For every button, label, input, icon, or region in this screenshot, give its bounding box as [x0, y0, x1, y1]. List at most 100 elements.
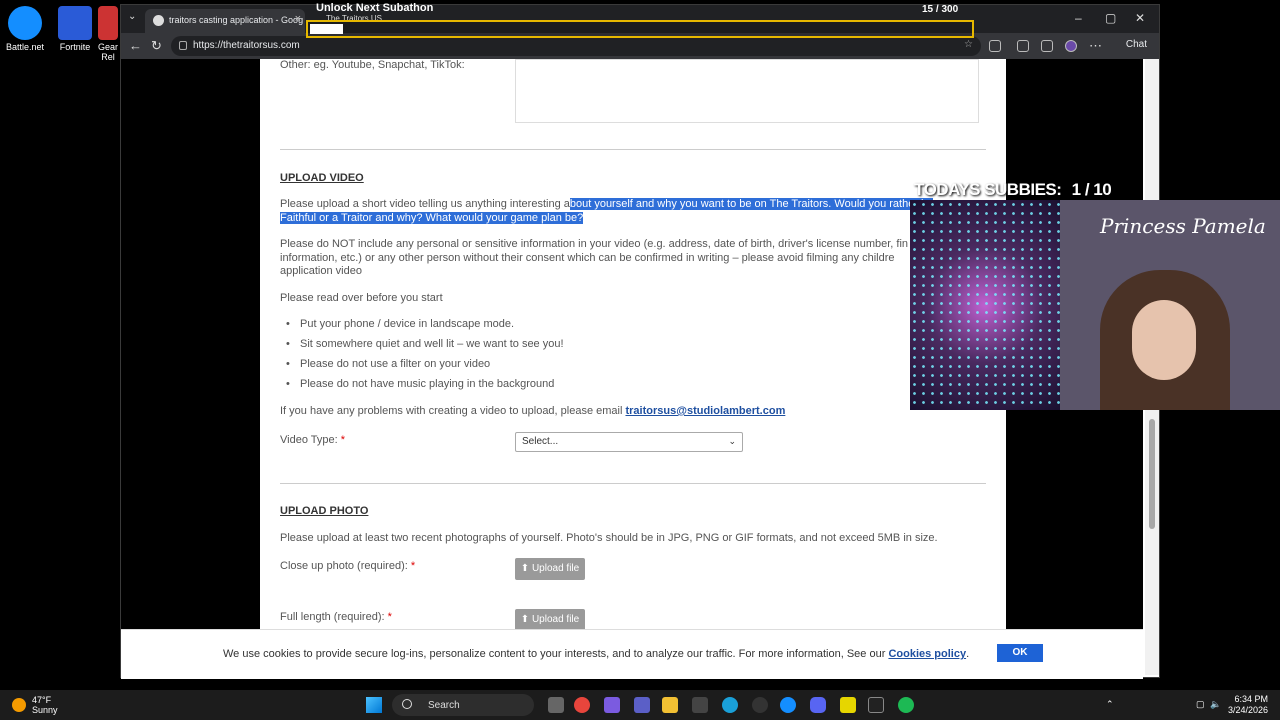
clock-date: 3/24/2026	[1227, 705, 1268, 715]
network-icon[interactable]: ▢	[1196, 699, 1205, 710]
chevron-down-icon: ⌄	[728, 436, 736, 446]
fulllength-label: Full length (required): *	[280, 611, 392, 623]
required-mark: *	[387, 611, 392, 623]
extension-icon[interactable]	[989, 40, 1001, 52]
cookies-policy-link[interactable]: Cookies policy	[888, 648, 966, 660]
fulllength-upload-button[interactable]: ⬆ Upload file	[515, 609, 585, 629]
subathon-progress-bar	[306, 20, 974, 38]
reload-icon[interactable]: ↻	[151, 38, 162, 54]
scrollbar-thumb[interactable]	[1149, 419, 1155, 529]
cookie-message: We use cookies to provide secure log-ins…	[223, 648, 889, 660]
problems-text: If you have any problems with creating a…	[280, 405, 785, 417]
url-field[interactable]: https://thetraitorsus.com ☆	[171, 36, 981, 56]
maximize-icon[interactable]: ▢	[1105, 11, 1116, 25]
upload-button-label: Upload file	[531, 563, 580, 574]
webcam-overlay: Princess Pamela	[910, 200, 1280, 410]
taskbar: 47°F Sunny Search ⌃ ▢ 🔈 6:34 PM 3/24/202…	[0, 690, 1280, 720]
spotify-icon[interactable]	[898, 697, 914, 713]
desktop-icon-label: Fortnite	[59, 42, 91, 52]
desktop-icon-label: Battle.net	[5, 42, 45, 52]
video-type-select[interactable]: Select... ⌄	[515, 432, 743, 452]
discord-icon[interactable]	[810, 697, 826, 713]
closeup-upload-button[interactable]: ⬆ Upload file	[515, 558, 585, 580]
led-wall-image	[910, 200, 1060, 410]
search-label: Search	[428, 700, 460, 711]
tip-item: Sit somewhere quiet and well lit – we wa…	[286, 338, 564, 350]
divider	[280, 483, 986, 484]
tip-item: Please do not use a filter on your video	[286, 358, 490, 370]
privacy-line: application video	[280, 265, 362, 277]
lock-icon	[179, 41, 187, 50]
back-icon[interactable]: ←	[129, 38, 142, 53]
contact-email-link[interactable]: traitorsus@studiolambert.com	[625, 405, 785, 417]
photo-instructions: Please upload at least two recent photog…	[280, 532, 938, 544]
battlenet-taskbar-icon[interactable]	[780, 697, 796, 713]
read-over-text: Please read over before you start	[280, 292, 443, 304]
minimize-icon[interactable]: –	[1075, 11, 1082, 25]
store-icon[interactable]	[692, 697, 708, 713]
tray-chevron-icon[interactable]: ⌃	[1106, 699, 1114, 710]
tab-active[interactable]: traitors casting application - Goog ×	[145, 9, 305, 33]
desktop-icon-label: Gear Rel	[97, 42, 118, 62]
clock-time: 6:34 PM	[1234, 694, 1268, 704]
taskbar-search[interactable]: Search	[392, 694, 534, 716]
upload-button-label: Upload file	[531, 614, 580, 625]
star-icon[interactable]: ☆	[964, 39, 973, 50]
sun-icon	[12, 698, 26, 712]
file-explorer-icon[interactable]	[662, 697, 678, 713]
cookie-ok-button[interactable]: OK	[997, 644, 1043, 662]
tip-item: Please do not have music playing in the …	[286, 378, 554, 390]
url-text: https://thetraitorsus.com	[193, 40, 300, 51]
split-screen-icon[interactable]	[1017, 40, 1029, 52]
video-intro: Please upload a short video telling us a…	[280, 198, 934, 210]
weather-temp: 47°F	[32, 695, 52, 705]
more-icon[interactable]: ⋯	[1089, 38, 1102, 54]
close-tab-icon[interactable]: ×	[295, 13, 301, 25]
terminal-icon[interactable]	[868, 697, 884, 713]
chrome-icon[interactable]	[574, 697, 590, 713]
subathon-count: 15 / 300	[922, 4, 959, 15]
gear-app-icon	[98, 6, 118, 40]
streamer-face	[1132, 300, 1196, 380]
profile-icon[interactable]	[1065, 40, 1077, 52]
form-page: Other: eg. Youtube, Snapchat, TikTok: UP…	[260, 59, 1006, 629]
edge-icon[interactable]	[722, 697, 738, 713]
system-clock[interactable]: 6:34 PM 3/24/2026	[1226, 694, 1268, 716]
desktop-icon-gear[interactable]: Gear Rel	[96, 6, 120, 62]
desktop-icon-fortnite[interactable]: Fortnite	[50, 6, 100, 52]
task-view-icon[interactable]	[548, 697, 564, 713]
desktop-icon-battlenet[interactable]: Battle.net	[0, 6, 50, 52]
subbies-label: TODAYS SUBBIES:	[914, 180, 1062, 199]
required-mark: *	[340, 434, 346, 446]
closeup-label: Close up photo (required): *	[280, 560, 415, 572]
social-label: Other: eg. Youtube, Snapchat, TikTok:	[280, 59, 465, 71]
streamer-name: Princess Pamela	[1100, 214, 1266, 238]
obs-icon[interactable]	[752, 697, 768, 713]
privacy-line: information, etc.) or any other person w…	[280, 252, 895, 264]
upload-video-heading: UPLOAD VIDEO	[280, 172, 364, 184]
video-type-label: Video Type: *	[280, 434, 345, 446]
windows-start-icon[interactable]	[366, 697, 382, 713]
problems-label: If you have any problems with creating a…	[280, 405, 626, 417]
volume-icon[interactable]: 🔈	[1210, 699, 1221, 710]
close-window-icon[interactable]: ✕	[1135, 11, 1145, 25]
social-textarea[interactable]	[515, 59, 979, 123]
tab-list-icon[interactable]: ⌄	[128, 11, 136, 22]
upload-photo-heading: UPLOAD PHOTO	[280, 505, 369, 517]
video-intro-highlight: bout yourself and why you want to be on …	[569, 198, 934, 210]
subbies-count: 1 / 10	[1071, 180, 1112, 199]
video-intro-plain: Please upload a short video telling us a…	[280, 198, 570, 210]
subathon-progress-fill	[310, 24, 343, 34]
upload-icon: ⬆	[520, 563, 532, 574]
teams-icon[interactable]	[634, 697, 650, 713]
notes-icon[interactable]	[840, 697, 856, 713]
video-intro-highlight-2: Faithful or a Traitor and why? What woul…	[280, 212, 584, 224]
copilot-chat-button[interactable]: Chat	[1126, 39, 1147, 50]
weather-condition: Sunny	[32, 705, 58, 715]
favorites-icon[interactable]	[1041, 40, 1053, 52]
copilot-icon[interactable]	[604, 697, 620, 713]
cookie-banner: We use cookies to provide secure log-ins…	[121, 629, 1143, 679]
upload-icon: ⬆	[520, 614, 532, 625]
weather-widget[interactable]: 47°F Sunny	[32, 695, 58, 715]
search-icon	[402, 699, 412, 709]
